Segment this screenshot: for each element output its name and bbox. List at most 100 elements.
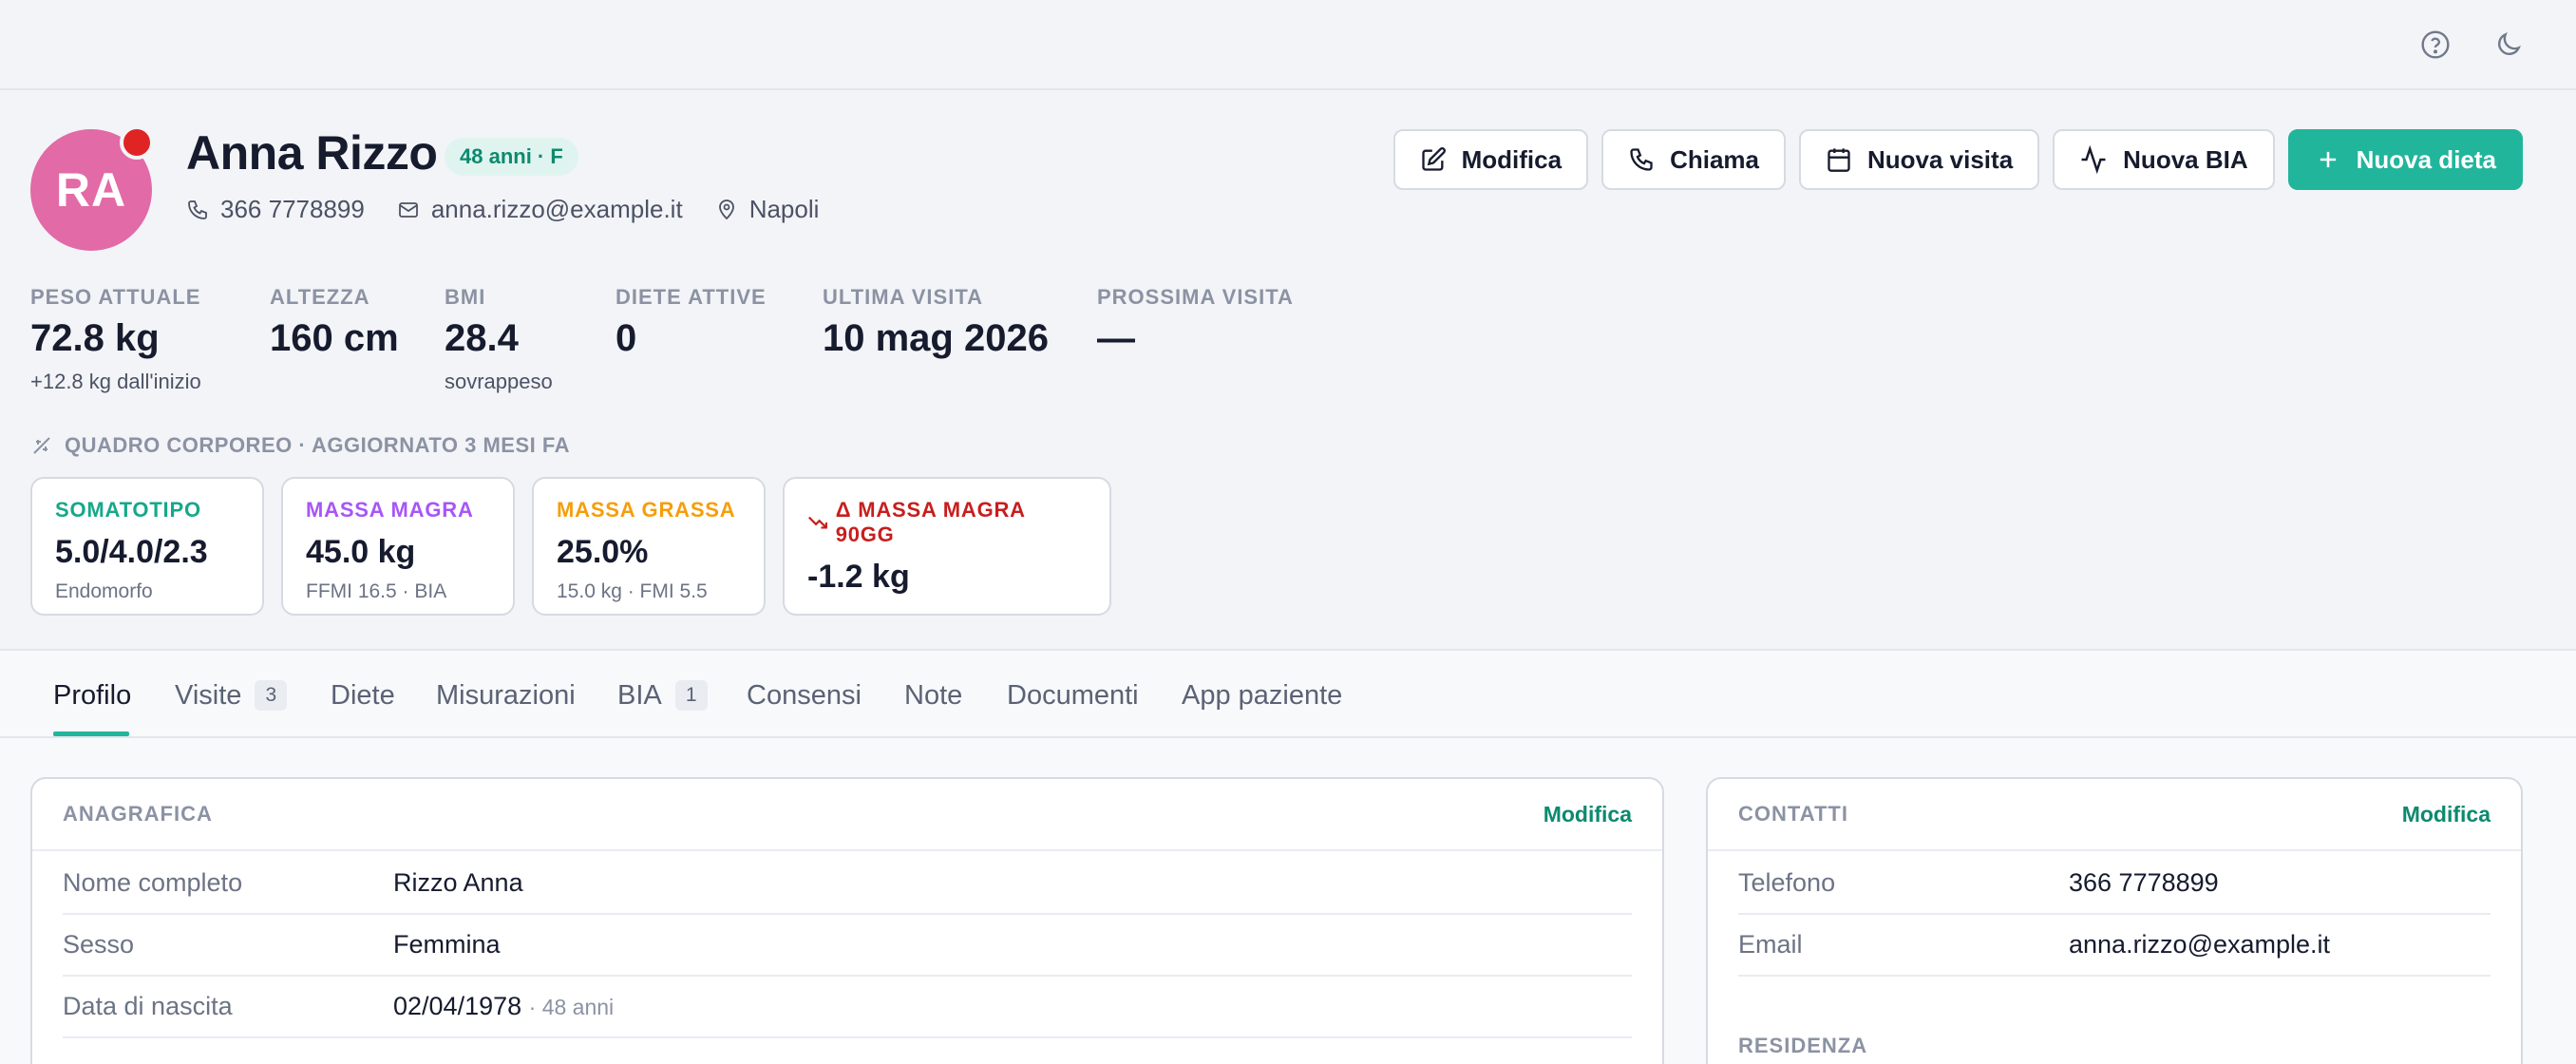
card-fat-mass: MASSA GRASSA 25.0% 15.0 kg · FMI 5.5 — [532, 477, 766, 616]
phone-icon — [188, 200, 207, 219]
stat-value: 10 mag 2026 — [823, 317, 1049, 359]
panel-title: ANAGRAFICA — [63, 802, 213, 826]
card-value: 5.0/4.0/2.3 — [55, 534, 208, 570]
phone-icon — [1630, 148, 1653, 171]
plus-icon — [2320, 151, 2336, 168]
active-tab-indicator — [53, 732, 129, 736]
body-cards: SOMATOTIPO 5.0/4.0/2.3 Endomorfo MASSA M… — [30, 477, 1111, 616]
edit-icon — [1421, 147, 1446, 171]
new-bia-button[interactable]: Nuova BIA — [2053, 129, 2275, 190]
age-badge: 48 anni · F — [445, 138, 578, 176]
tab-label: Consensi — [747, 679, 862, 711]
tab-label: Misurazioni — [436, 679, 576, 711]
stat-label: PESO ATTUALE — [30, 285, 201, 309]
tab-label: BIA — [617, 679, 662, 711]
panel-header: ANAGRAFICA Modifica — [32, 779, 1662, 851]
tab-label: Visite — [175, 679, 242, 711]
card-title: MASSA GRASSA — [557, 498, 736, 522]
row-email: Email anna.rizzo@example.it — [1738, 915, 2491, 977]
edit-button-label: Modifica — [1461, 144, 1563, 174]
tab-app-paziente[interactable]: App paziente — [1182, 653, 1342, 738]
card-title: Δ MASSA MAGRA 90GG — [835, 498, 1026, 546]
card-title: MASSA MAGRA — [306, 498, 474, 522]
call-button[interactable]: Chiama — [1601, 129, 1786, 190]
body-composition-heading: QUADRO CORPOREO · AGGIORNATO 3 MESI FA — [30, 433, 570, 458]
stat-label: DIETE ATTIVE — [616, 285, 767, 309]
email-text: anna.rizzo@example.it — [430, 195, 683, 223]
stat-height: ALTEZZA 160 cm — [270, 285, 445, 394]
stat-next-visit: PROSSIMA VISITA — — [1097, 285, 1325, 394]
tab-misurazioni[interactable]: Misurazioni — [436, 653, 576, 738]
tab-visite[interactable]: Visite 3 — [175, 653, 288, 738]
tab-bar: Profilo Visite 3 Diete Misurazioni BIA 1 C… — [0, 653, 2576, 738]
row-sex: Sesso Femmina — [63, 915, 1632, 977]
header-actions: Modifica Chiama Nuova visita Nuova BIA N… — [1392, 129, 2523, 190]
card-sub: 15.0 kg · FMI 5.5 — [557, 580, 708, 602]
stat-sub: sovrappeso — [445, 370, 553, 393]
tab-label: Note — [904, 679, 963, 711]
moon-icon[interactable] — [2489, 25, 2529, 65]
stat-sub: +12.8 kg dall'inizio — [30, 370, 201, 393]
card-sub: Endomorfo — [55, 580, 153, 602]
body-composition-title: QUADRO CORPOREO · AGGIORNATO 3 MESI FA — [65, 433, 570, 457]
calendar-icon — [1828, 148, 1850, 172]
top-bar — [0, 0, 2576, 90]
row-key: Data di nascita — [63, 992, 233, 1020]
body-scale-icon — [33, 437, 50, 454]
patient-name: Anna Rizzo — [186, 126, 438, 180]
card-lean-mass: MASSA MAGRA 45.0 kg FFMI 16.5 · BIA — [281, 477, 515, 616]
card-sub: FFMI 16.5 · BIA — [306, 580, 447, 602]
new-visit-button[interactable]: Nuova visita — [1798, 129, 2040, 190]
call-button-label: Chiama — [1670, 144, 1759, 174]
new-diet-button[interactable]: Nuova dieta — [2287, 129, 2523, 190]
row-value-wrap: 02/04/1978 · 48 anni — [393, 992, 614, 1021]
row-key: Sesso — [63, 930, 135, 959]
anagrafica-panel: ANAGRAFICA Modifica Nome completo Rizzo … — [30, 777, 1664, 1064]
tab-bia[interactable]: BIA 1 — [617, 653, 708, 738]
stat-value: 72.8 kg — [30, 317, 160, 359]
help-circle-icon[interactable] — [2415, 25, 2455, 65]
row-value: Femmina — [393, 930, 501, 959]
phone-text: 366 7778899 — [220, 195, 365, 223]
city-text: Napoli — [748, 195, 820, 223]
row-birth-date: Data di nascita 02/04/1978 · 48 anni — [63, 977, 1632, 1038]
contatti-edit-link[interactable]: Modifica — [2402, 802, 2491, 827]
edit-button[interactable]: Modifica — [1392, 129, 1589, 190]
anagrafica-edit-link[interactable]: Modifica — [1544, 802, 1632, 827]
stat-active-diets: DIETE ATTIVE 0 — [616, 285, 823, 394]
row-extra: · 48 anni — [528, 995, 615, 1019]
card-value: 25.0% — [557, 534, 649, 570]
stat-label: ULTIMA VISITA — [823, 285, 984, 309]
tab-label: Profilo — [53, 679, 132, 711]
trend-down-icon — [808, 516, 827, 529]
row-value[interactable]: anna.rizzo@example.it — [2069, 930, 2330, 960]
phone-contact[interactable]: 366 7778899 — [186, 195, 365, 224]
row-key: Email — [1738, 930, 1803, 959]
city-contact: Napoli — [715, 195, 820, 224]
tab-diete[interactable]: Diete — [331, 653, 395, 738]
map-pin-icon — [718, 199, 734, 219]
card-somatotype: SOMATOTIPO 5.0/4.0/2.3 Endomorfo — [30, 477, 264, 616]
stat-weight: PESO ATTUALE 72.8 kg +12.8 kg dall'inizi… — [30, 285, 270, 394]
tab-consensi[interactable]: Consensi — [747, 653, 862, 738]
row-key: Telefono — [1738, 868, 1836, 897]
mail-icon — [398, 201, 418, 218]
stat-value: 28.4 — [445, 317, 519, 359]
tab-note[interactable]: Note — [904, 653, 962, 738]
residence-heading: RESIDENZA — [1738, 1034, 1868, 1057]
card-value: -1.2 kg — [807, 559, 910, 595]
new-visit-button-label: Nuova visita — [1866, 144, 2014, 174]
tab-profilo[interactable]: Profilo — [53, 653, 131, 738]
tab-documenti[interactable]: Documenti — [1007, 653, 1139, 738]
row-phone: Telefono 366 7778899 — [1738, 853, 2491, 915]
card-value: 45.0 kg — [306, 534, 416, 570]
stat-label: ALTEZZA — [270, 285, 370, 309]
stat-value: 0 — [616, 317, 637, 359]
tab-count: 1 — [674, 680, 708, 711]
email-contact[interactable]: anna.rizzo@example.it — [397, 195, 683, 224]
card-lean-delta: Δ MASSA MAGRA 90GG -1.2 kg — [783, 477, 1111, 616]
panel-title: CONTATTI — [1738, 802, 1848, 826]
stat-label: PROSSIMA VISITA — [1097, 285, 1294, 309]
tab-label: Diete — [331, 679, 395, 711]
row-value: Rizzo Anna — [393, 868, 523, 897]
